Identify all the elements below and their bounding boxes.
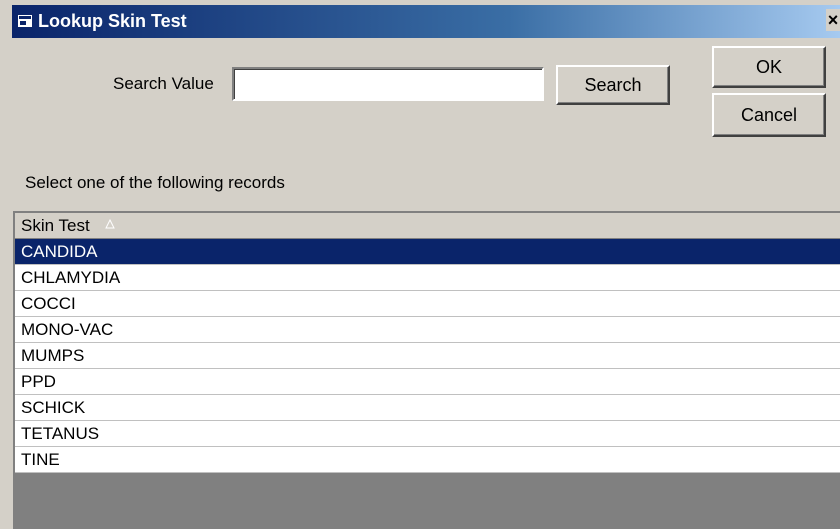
table-row[interactable]: TETANUS: [15, 421, 840, 447]
table-row[interactable]: CHLAMYDIA: [15, 265, 840, 291]
ok-button[interactable]: OK: [712, 46, 826, 88]
instruction-text: Select one of the following records: [25, 173, 285, 192]
ok-button-label: OK: [755, 57, 782, 77]
cancel-button[interactable]: Cancel: [712, 93, 826, 137]
search-button-label: Search: [584, 75, 642, 95]
close-button[interactable]: ×: [826, 9, 840, 31]
window-title: Lookup Skin Test: [38, 11, 187, 31]
app-window-icon: [18, 15, 32, 27]
table-row[interactable]: PPD: [15, 369, 840, 395]
cancel-button-label: Cancel: [740, 105, 798, 125]
column-header-skin-test[interactable]: Skin Test: [15, 213, 840, 239]
table-row[interactable]: MONO-VAC: [15, 317, 840, 343]
sort-ascending-icon: [105, 219, 115, 229]
search-button[interactable]: Search: [556, 65, 670, 105]
title-bar: Lookup Skin Test ×: [12, 5, 840, 38]
column-header-label: Skin Test: [21, 216, 90, 235]
records-list: CANDIDA CHLAMYDIA COCCI MONO-VAC MUMPS P…: [15, 239, 840, 473]
table-row[interactable]: TINE: [15, 447, 840, 473]
table-row[interactable]: MUMPS: [15, 343, 840, 369]
search-value-label: Search Value: [113, 74, 214, 93]
table-row[interactable]: SCHICK: [15, 395, 840, 421]
records-grid[interactable]: Skin Test CANDIDA CHLAMYDIA COCCI MONO-V…: [13, 211, 840, 529]
table-row[interactable]: CANDIDA: [15, 239, 840, 265]
search-input[interactable]: [232, 67, 544, 101]
table-row[interactable]: COCCI: [15, 291, 840, 317]
